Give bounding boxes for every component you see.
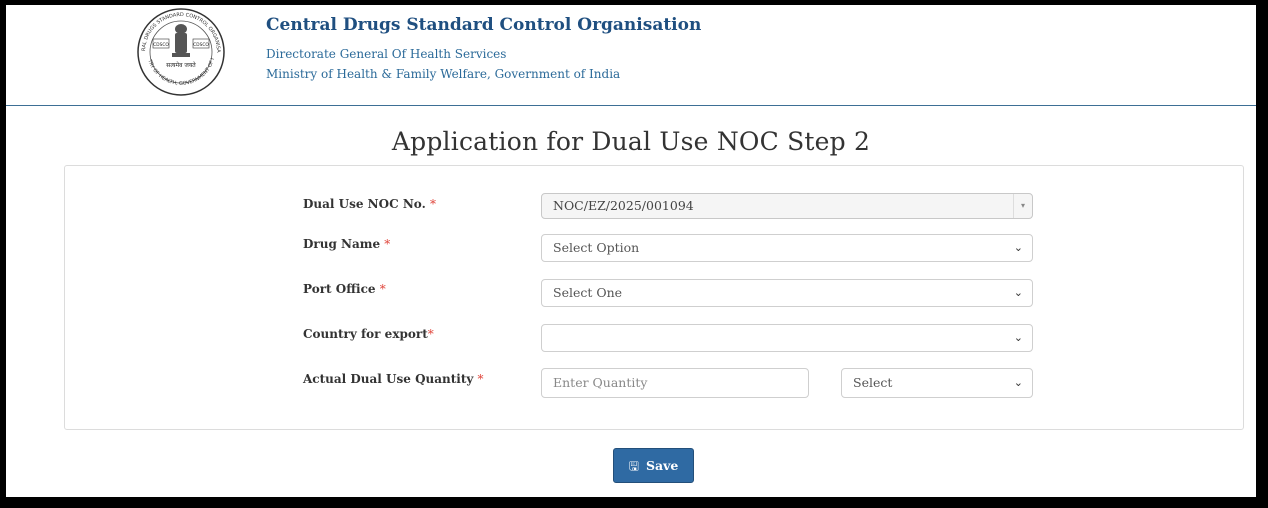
logo-right-text: CDSCO [193,42,209,48]
quantity-input[interactable]: Enter Quantity [541,368,809,398]
required-mark: * [429,197,436,211]
logo-motto: सत्यमेव जयते [166,61,196,69]
noc-no-select[interactable]: NOC/EZ/2025/001094 ▾ [541,193,1033,219]
site-header: CENTRAL DRUGS STANDARD CONTROL ORGANISAT… [6,5,1256,106]
drug-name-label: Drug Name * [303,237,391,251]
chevron-down-icon: ⌄ [1013,376,1023,389]
quantity-unit-value: Select [853,375,893,390]
country-select[interactable]: ⌄ [541,324,1033,352]
noc-no-value: NOC/EZ/2025/001094 [553,198,694,213]
quantity-placeholder: Enter Quantity [553,375,648,390]
save-button[interactable]: 🖫 Save [613,448,694,483]
port-office-value: Select One [553,285,623,300]
port-office-select[interactable]: Select One ⌄ [541,279,1033,307]
cdsco-logo-icon: CENTRAL DRUGS STANDARD CONTROL ORGANISAT… [136,7,225,96]
quantity-label: Actual Dual Use Quantity * [303,372,484,386]
required-mark: * [379,282,386,296]
org-title: Central Drugs Standard Control Organisat… [266,15,702,35]
org-ministry: Ministry of Health & Family Welfare, Gov… [266,67,621,81]
logo-left-text: CDSCO [153,42,169,48]
required-mark: * [384,237,391,251]
drug-name-value: Select Option [553,240,640,255]
page-title: Application for Dual Use NOC Step 2 [391,127,871,156]
dropdown-arrow-icon: ▾ [1013,194,1032,218]
save-button-label: Save [645,458,679,473]
country-label: Country for export* [303,327,434,341]
chevron-down-icon: ⌄ [1013,286,1023,299]
org-directorate: Directorate General Of Health Services [266,47,507,61]
page-frame: CENTRAL DRUGS STANDARD CONTROL ORGANISAT… [6,5,1256,497]
noc-no-label: Dual Use NOC No. * [303,197,436,211]
drug-name-select[interactable]: Select Option ⌄ [541,234,1033,262]
form-panel: Dual Use NOC No. * NOC/EZ/2025/001094 ▾ … [64,165,1244,430]
chevron-down-icon: ⌄ [1013,241,1023,254]
required-mark: * [477,372,484,386]
quantity-unit-select[interactable]: Select ⌄ [841,368,1033,398]
port-office-label: Port Office * [303,282,386,296]
required-mark: * [427,327,434,341]
chevron-down-icon: ⌄ [1013,331,1023,344]
floppy-disk-icon: 🖫 [628,459,639,473]
